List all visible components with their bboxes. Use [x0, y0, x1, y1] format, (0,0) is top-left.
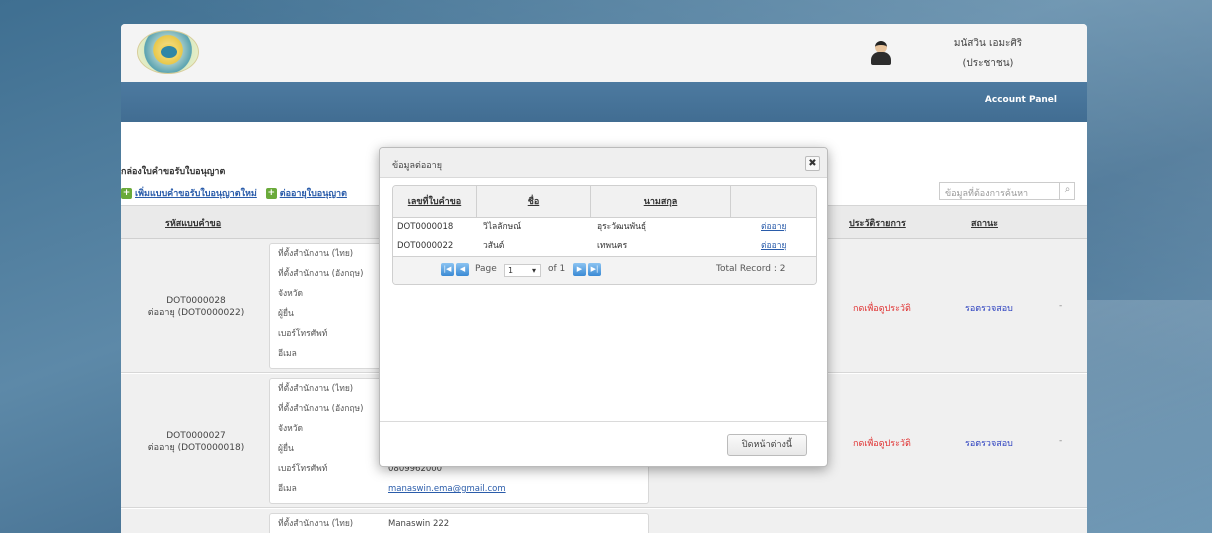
total-records: Total Record : 2 — [716, 264, 786, 274]
grid-row[interactable]: DOT0000018 วิไลลักษณ์ อุระวัฒนพันธุ์ ต่อ… — [393, 218, 816, 237]
page-label: Page — [475, 264, 497, 274]
col-history[interactable]: ประวัติรายการ — [849, 216, 906, 230]
renewal-grid: เลขที่ใบคำขอ ชื่อ นามสกุล DOT0000018 วิไ… — [392, 185, 817, 285]
user-name: มนัสวิน เอมะศิริ — [953, 38, 1023, 49]
col-request-id[interactable]: รหัสแบบคำขอ — [165, 216, 221, 230]
close-icon[interactable]: ✖ — [805, 156, 820, 171]
history-link[interactable]: กดเพื่อดูประวัติ — [853, 436, 911, 450]
col-action — [731, 186, 816, 218]
user-info[interactable]: มนัสวิน เอมะศิริ (ประชาชน) — [933, 34, 1043, 74]
detail-box: ที่ตั้งสำนักงาน (ไทย) Manaswin 222 — [269, 513, 649, 533]
grid-row[interactable]: DOT0000022 วสันต์ เทพนคร ต่ออายุ — [393, 237, 816, 256]
detail-line: อีเมล manaswin.ema@gmail.com — [270, 479, 648, 499]
last-name: เทพนคร — [597, 241, 628, 251]
chevron-down-icon: ▾ — [531, 266, 536, 275]
next-page-icon[interactable]: ▶ — [573, 263, 586, 276]
search-input[interactable]: ข้อมูลที่ต้องการค้นหา — [939, 182, 1075, 200]
renew-ref: ต่ออายุ (DOT0000022) — [147, 308, 245, 318]
page-of-label: of 1 — [548, 264, 566, 274]
new-request-link[interactable]: เพิ่มแบบคำขอรับใบอนุญาตใหม่ — [135, 189, 257, 199]
last-page-icon[interactable]: ▶| — [588, 263, 601, 276]
first-name: วสันต์ — [483, 241, 505, 251]
address-value: Manaswin 222 — [388, 519, 450, 529]
user-avatar-icon[interactable] — [870, 39, 892, 65]
renew-ref: ต่ออายุ (DOT0000018) — [147, 443, 245, 453]
request-id-cell: DOT0000028 ต่ออายุ (DOT0000022) — [121, 295, 271, 319]
header: มนัสวิน เอมะศิริ (ประชาชน) — [121, 24, 1087, 82]
col-last-name[interactable]: นามสกุล — [591, 186, 731, 218]
pager: |◀ ◀ Page 1 ▾ of 1 ▶ ▶| Total Record : 2 — [393, 256, 816, 284]
table-row: ที่ตั้งสำนักงาน (ไทย) Manaswin 222 — [121, 509, 1087, 533]
renew-link[interactable]: ต่ออายุใบอนุญาต — [280, 189, 347, 199]
close-dialog-button[interactable]: ปิดหน้าต่างนี้ — [727, 434, 807, 456]
dash-cell: - — [1059, 436, 1063, 446]
request-number: DOT0000022 — [397, 241, 454, 251]
detail-line: ที่ตั้งสำนักงาน (ไทย) Manaswin 222 — [270, 514, 648, 533]
request-number: DOT0000018 — [397, 222, 454, 232]
user-role: (ประชาชน) — [962, 58, 1014, 69]
dialog-title: ข้อมูลต่ออายุ — [380, 148, 827, 178]
email-link[interactable]: manaswin.ema@gmail.com — [388, 479, 506, 499]
request-id-cell: DOT0000027 ต่ออายุ (DOT0000018) — [121, 430, 271, 454]
col-request-number[interactable]: เลขที่ใบคำขอ — [393, 186, 477, 218]
plus-icon: + — [121, 188, 132, 199]
section-title: กล่องใบคำขอรับใบอนุญาต — [121, 167, 226, 177]
dialog-footer: ปิดหน้าต่างนี้ — [380, 421, 827, 466]
last-name: อุระวัฒนพันธุ์ — [597, 222, 647, 232]
first-name: วิไลลักษณ์ — [483, 222, 522, 232]
col-status[interactable]: สถานะ — [971, 216, 998, 230]
status-badge: รอตรวจสอบ — [965, 304, 1013, 314]
action-links: + เพิ่มแบบคำขอรับใบอนุญาตใหม่ + ต่ออายุใบอ… — [121, 186, 353, 200]
grid-header: เลขที่ใบคำขอ ชื่อ นามสกุล — [393, 186, 816, 218]
request-id: DOT0000028 — [166, 296, 226, 306]
search-icon[interactable]: ⌕ — [1059, 182, 1075, 200]
page-select[interactable]: 1 ▾ — [504, 264, 541, 277]
nav-bar: Account Panel — [121, 82, 1087, 122]
prev-page-icon[interactable]: ◀ — [456, 263, 469, 276]
dash-cell: - — [1059, 301, 1063, 311]
history-link[interactable]: กดเพื่อดูประวัติ — [853, 301, 911, 315]
status-badge: รอตรวจสอบ — [965, 439, 1013, 449]
renew-action-link[interactable]: ต่ออายุ — [761, 237, 786, 256]
plus-icon: + — [265, 188, 277, 199]
first-page-icon[interactable]: |◀ — [441, 263, 454, 276]
col-first-name[interactable]: ชื่อ — [477, 186, 591, 218]
renew-action-link[interactable]: ต่ออายุ — [761, 218, 786, 237]
request-id: DOT0000027 — [166, 431, 226, 441]
renewal-info-dialog: ข้อมูลต่ออายุ ✖ เลขที่ใบคำขอ ชื่อ นามสกุ… — [379, 147, 828, 467]
account-panel-link[interactable]: Account Panel — [985, 95, 1057, 105]
department-logo — [137, 30, 199, 74]
